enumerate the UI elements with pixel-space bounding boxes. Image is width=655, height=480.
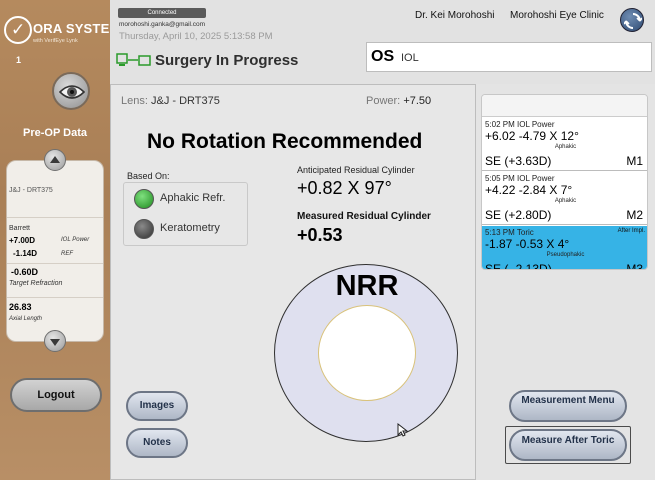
power-info: Power: +7.50 (366, 95, 431, 107)
brand-subtitle: with VerifEye Lynk (33, 38, 78, 44)
preop-data-panel: J&J - DRT375 Barrett +7.00D IOL Power -1… (6, 160, 104, 342)
preop-target-value: -0.60D (11, 267, 39, 277)
images-button[interactable]: Images (126, 391, 188, 421)
measurement-menu-button[interactable]: Measurement Menu (509, 390, 627, 422)
power-value: +7.50 (403, 95, 432, 107)
preop-scroll-down-button[interactable] (44, 330, 66, 352)
lens-info: Lens: J&J - DRT375 (121, 95, 220, 107)
preop-ref-label: REF (61, 251, 73, 257)
notes-button[interactable]: Notes (126, 428, 188, 458)
preop-ref-value: -1.14D (13, 249, 38, 258)
sync-button[interactable] (620, 8, 644, 32)
measurement-state: Pseudophakic (546, 252, 585, 258)
preop-title: Pre-OP Data (23, 127, 87, 139)
measurement-panel: 5:02 PM IOL Power +6.02 -4.79 X 12° Apha… (476, 84, 655, 480)
measurement-after-impl: After Impl. (617, 228, 645, 234)
connection-status: Connected (118, 8, 206, 18)
aphakic-indicator-icon (134, 189, 154, 209)
measured-cylinder-value: +0.53 (297, 225, 343, 245)
list-header-row (482, 95, 647, 117)
measurement-list[interactable]: 5:02 PM IOL Power +6.02 -4.79 X 12° Apha… (481, 94, 648, 270)
aphakic-refraction-label: Aphakic Refr. (160, 192, 226, 204)
measure-after-toric-button[interactable]: Measure After Toric (509, 429, 627, 461)
lens-center-circle (318, 305, 416, 401)
procedure-type: IOL (401, 52, 419, 64)
measurement-time: 5:02 PM IOL Power (485, 120, 555, 129)
surgery-status-icon (116, 53, 151, 66)
measurement-row-m3[interactable]: 5:13 PM Toric After Impl. -1.87 -0.53 X … (482, 226, 647, 270)
eye-view-button[interactable] (52, 72, 90, 110)
doctor-name: Dr. Kei Morohoshi (415, 10, 495, 21)
based-on-box: Aphakic Refr. Keratometry (123, 182, 248, 246)
nrr-label: NRR (335, 270, 399, 302)
refresh-icon (624, 13, 642, 29)
divider (7, 217, 103, 218)
anticipated-cylinder-value: +0.82 X 97° (297, 178, 392, 198)
preop-target-label: Target Refraction (9, 280, 63, 287)
measurement-state: Aphakic (554, 144, 577, 150)
checkmark-logo-icon: ✓ (4, 16, 32, 44)
measure-after-toric-frame: Measure After Toric (505, 426, 631, 464)
datetime: Thursday, April 10, 2025 5:13:58 PM (119, 31, 273, 42)
measurement-rx: +4.22 -2.84 X 7° (485, 183, 573, 197)
measurement-time: 5:13 PM Toric (485, 228, 534, 237)
rotation-recommendation: No Rotation Recommended (147, 130, 423, 153)
measurement-id: M1 (626, 154, 643, 168)
preop-lens: J&J - DRT375 (9, 187, 53, 194)
preop-iol-power-value: +7.00D (9, 236, 36, 245)
slot-number: 1 (16, 55, 22, 65)
divider (7, 297, 103, 298)
ora-logo: ✓ ORA SYSTEM. with VerifEye Lynk (0, 12, 124, 52)
measurement-row-m2[interactable]: 5:05 PM IOL Power +4.22 -2.84 X 7° Aphak… (482, 172, 647, 225)
preop-axial-label: Axial Length (9, 316, 43, 322)
user-email: morohoshi.ganka@gmail.com (119, 21, 206, 28)
measurement-se: SE (+3.63D) (485, 154, 552, 168)
measurement-time: 5:05 PM IOL Power (485, 174, 555, 183)
measurement-id: M2 (626, 208, 643, 222)
based-on-label: Based On: (127, 171, 170, 181)
keratometry-indicator-icon (134, 219, 154, 239)
preop-iol-power-label: IOL Power (61, 237, 90, 243)
measurement-se: SE ( -2.13D) (485, 262, 552, 270)
clinic-name: Morohoshi Eye Clinic (510, 10, 604, 21)
mouse-cursor-icon (397, 423, 409, 437)
preop-axial-value: 26.83 (9, 302, 32, 312)
preop-formula: Barrett (9, 225, 31, 232)
measurement-row-m1[interactable]: 5:02 PM IOL Power +6.02 -4.79 X 12° Apha… (482, 118, 647, 171)
eye-icon (59, 85, 85, 99)
lens-label: Lens: (121, 95, 148, 107)
measurement-rx: -1.87 -0.53 X 4° (485, 237, 570, 251)
left-sidebar: ✓ ORA SYSTEM. with VerifEye Lynk 1 Pre-O… (0, 0, 124, 480)
header: Connected morohoshi.ganka@gmail.com Thur… (110, 0, 655, 84)
keratometry-label: Keratometry (160, 222, 220, 234)
measurement-id: M3 (626, 262, 643, 270)
surgery-status: Surgery In Progress (155, 52, 299, 69)
main-panel: Lens: J&J - DRT375 Power: +7.50 No Rotat… (110, 84, 476, 480)
chevron-down-icon (50, 339, 60, 346)
anticipated-cylinder-label: Anticipated Residual Cylinder (297, 165, 415, 175)
measured-cylinder-label: Measured Residual Cylinder (297, 211, 431, 222)
chevron-up-icon (50, 156, 60, 163)
measurement-state: Aphakic (554, 198, 577, 204)
eye-side: OS (371, 48, 395, 65)
divider (7, 263, 103, 264)
lens-value: J&J - DRT375 (150, 95, 220, 107)
measurement-rx: +6.02 -4.79 X 12° (485, 129, 579, 143)
eye-procedure-box: OS IOL (366, 42, 652, 72)
preop-scroll-up-button[interactable] (44, 149, 66, 171)
power-label: Power: (366, 95, 401, 107)
measurement-se: SE (+2.80D) (485, 208, 552, 222)
logout-button[interactable]: Logout (10, 378, 102, 412)
toric-alignment-ring: NRR (274, 264, 458, 442)
